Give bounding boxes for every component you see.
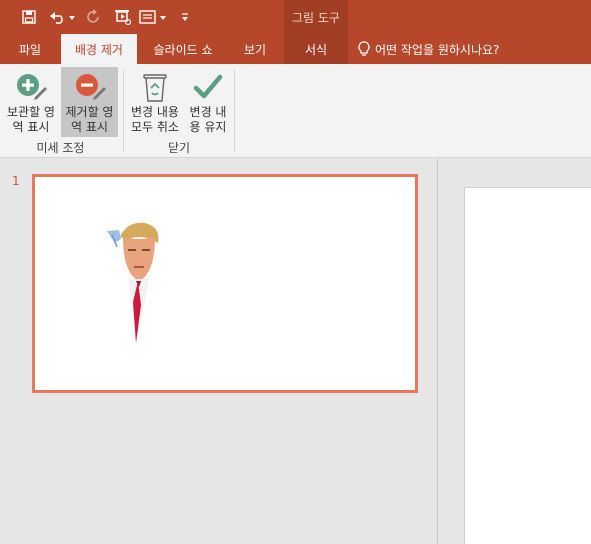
minus-pencil-icon [73, 69, 107, 105]
tell-me-text: 어떤 작업을 원하시나요? [375, 42, 500, 57]
discard-all-changes-button[interactable]: 변경 내용 모두 취소 [127, 67, 183, 137]
redo-icon[interactable] [83, 7, 105, 27]
button-label-line1: 보관할 영 [7, 105, 55, 119]
checkmark-icon [193, 69, 223, 105]
from-beginning-icon[interactable] [112, 7, 134, 27]
tab-remove-background[interactable]: 배경 제거 [61, 34, 137, 64]
slide-thumbnail-pane: 1 [0, 159, 437, 544]
button-label-line2: 역 표시 [12, 120, 50, 134]
tab-file[interactable]: 파일 [8, 34, 52, 64]
slide-number: 1 [12, 174, 20, 188]
slide-thumbnail[interactable] [32, 174, 418, 393]
portrait-cutout-image [107, 222, 159, 345]
group-divider [234, 70, 235, 152]
undo-icon[interactable] [48, 7, 78, 27]
plus-pencil-icon [14, 69, 48, 105]
group-label-refine: 미세 조정 [36, 141, 85, 155]
title-bar: 그림 도구 [0, 0, 591, 34]
main-slide-canvas[interactable] [464, 187, 591, 544]
mark-areas-to-keep-button[interactable]: 보관할 영 역 표시 [3, 67, 59, 137]
button-label-line1: 변경 내용 [131, 105, 179, 119]
ribbon-tabs: 파일 배경 제거 슬라이드 쇼 보기 서식 어떤 작업을 원하시나요? [0, 34, 591, 64]
customize-icon[interactable] [178, 7, 192, 27]
slide-edit-pane [438, 159, 591, 544]
group-label-close: 닫기 [167, 141, 191, 155]
button-label-line2: 역 표시 [71, 120, 108, 134]
lightbulb-icon [358, 41, 370, 56]
button-label-line2: 모두 취소 [131, 120, 179, 134]
contextual-tab-header: 그림 도구 [284, 0, 348, 34]
tab-slide-show[interactable]: 슬라이드 쇼 [143, 34, 223, 64]
tab-view[interactable]: 보기 [233, 34, 277, 64]
presenter-icon[interactable] [138, 7, 170, 27]
tell-me-box[interactable]: 어떤 작업을 원하시나요? [358, 34, 499, 64]
recycle-bin-icon [140, 69, 170, 105]
ribbon: 보관할 영 역 표시 제거할 영 역 표시 미세 조정 변경 내용 모두 취소 … [0, 64, 591, 158]
group-divider [123, 70, 124, 152]
tab-format[interactable]: 서식 [284, 34, 348, 64]
powerpoint-window: 그림 도구 파일 배경 제거 슬라이드 쇼 보기 서식 어떤 작업을 원하시나요… [0, 0, 591, 544]
mark-areas-to-remove-button[interactable]: 제거할 영 역 표시 [61, 67, 118, 137]
button-label-line1: 변경 내 [189, 105, 227, 119]
keep-changes-button[interactable]: 변경 내 용 유지 [185, 67, 231, 137]
button-label-line2: 용 유지 [189, 120, 227, 134]
button-label-line1: 제거할 영 [65, 105, 114, 119]
save-icon[interactable] [18, 7, 40, 27]
